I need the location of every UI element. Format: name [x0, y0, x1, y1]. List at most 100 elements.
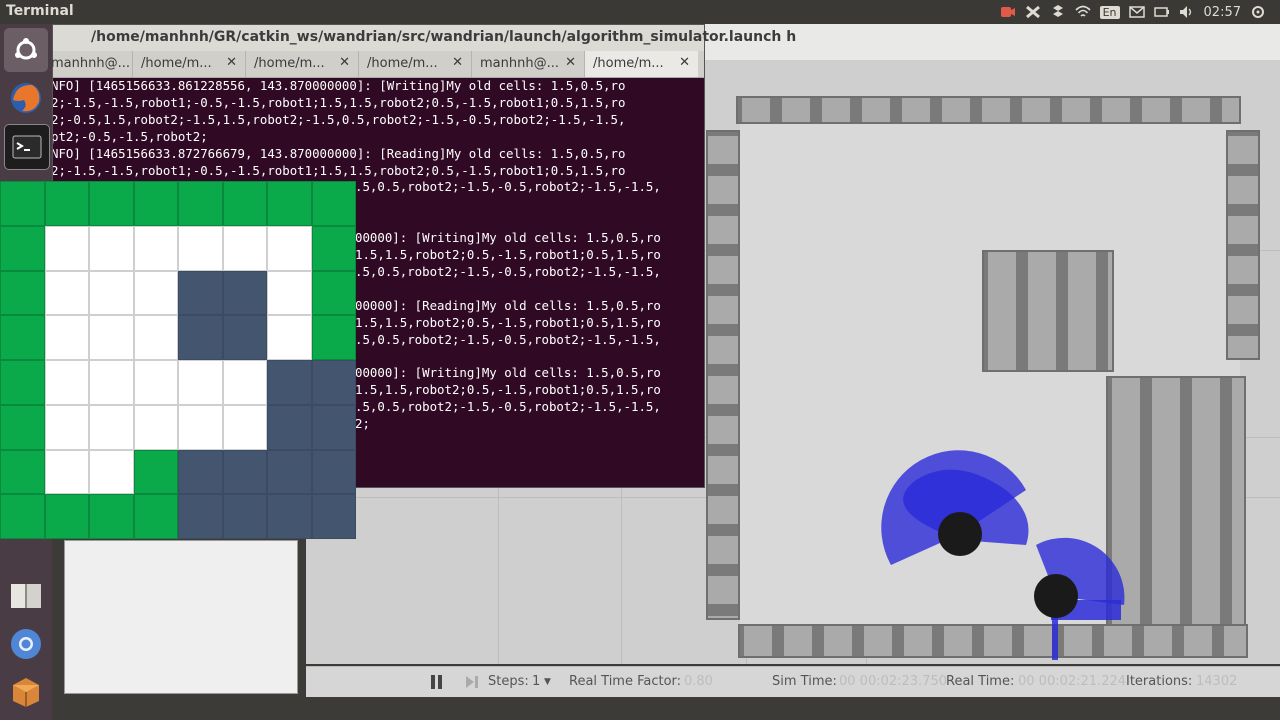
terminal-window-title: /home/manhnh/GR/catkin_ws/wandrian/src/w…: [91, 29, 797, 45]
terminal-tab-bar: manhnh@... /home/m... ✕ /home/m... ✕ /home…: [51, 51, 704, 78]
chromium-launcher-button[interactable]: [4, 622, 48, 666]
keyboard-layout-indicator[interactable]: En: [1099, 5, 1120, 19]
gazebo-status-bar: Steps: 1 ▼ Real Time Factor: 0.80 Sim Ti…: [306, 666, 1280, 697]
map-cell: [267, 181, 312, 226]
power-gear-icon[interactable]: [1250, 5, 1266, 19]
top-panel: Terminal En 02:57: [0, 0, 1280, 24]
map-cell: [0, 270, 45, 316]
terminal-launcher-button[interactable]: [4, 124, 50, 170]
terminal-line: 2;-1.5,-1.5,robot1;-0.5,-1.5,robot1;1.5,…: [53, 162, 626, 178]
map-cell: [178, 225, 223, 271]
terminal-titlebar[interactable]: /home/manhnh/GR/catkin_ws/wandrian/src/w…: [53, 25, 796, 51]
map-cell: [0, 360, 45, 405]
map-cell: [44, 494, 89, 539]
map-cell: [311, 449, 356, 495]
map-cell: [133, 181, 178, 226]
map-cell: [178, 270, 223, 316]
map-cell: [133, 494, 178, 539]
chromium-icon: [11, 629, 41, 659]
tools-icon[interactable]: [1025, 5, 1041, 19]
steps-dropdown-icon[interactable]: ▼: [544, 677, 551, 687]
map-cell: [267, 270, 312, 316]
map-cell: [222, 494, 267, 539]
map-cell: [0, 449, 45, 495]
terminal-line: 00000]: [Writing]My old cells: 1.5,0.5,r…: [355, 365, 661, 381]
dropbox-icon[interactable]: [1050, 5, 1066, 19]
firefox-icon: [11, 83, 41, 113]
terminal-line: 00000]: [Writing]My old cells: 1.5,0.5,r…: [355, 230, 661, 246]
map-cell: [89, 315, 134, 360]
terminal-line: NFO] [1465156633.861228556, 143.87000000…: [53, 78, 626, 93]
terminal-tab[interactable]: /home/m... ✕: [133, 51, 246, 77]
close-tab-icon[interactable]: ✕: [339, 55, 350, 70]
map-cell: [178, 360, 223, 405]
rtf-value: 0.80: [684, 674, 713, 689]
map-cell: [267, 360, 312, 405]
map-cell: [44, 270, 89, 316]
map-cell: [311, 225, 356, 271]
terminal-line: 2;-1.5,-1.5,robot1;-0.5,-1.5,robot1;1.5,…: [53, 94, 626, 110]
wifi-icon[interactable]: [1075, 5, 1091, 19]
map-cell: [178, 181, 223, 226]
terminal-tab[interactable]: /home/m... ✕: [359, 51, 472, 77]
book-icon: [11, 584, 41, 608]
active-app-title: Terminal: [6, 3, 74, 19]
terminal-line: .5,0.5,robot2;-1.5,-0.5,robot2;-1.5,-1.5…: [355, 179, 661, 195]
close-tab-icon[interactable]: ✕: [452, 55, 463, 70]
terminal-tab-active[interactable]: /home/m... ✕: [585, 51, 698, 77]
volume-icon[interactable]: [1179, 5, 1195, 19]
map-cell: [133, 449, 178, 495]
software-center-launcher-button[interactable]: [4, 670, 48, 714]
map-cell: [267, 225, 312, 271]
map-cell: [178, 449, 223, 495]
map-cell: [89, 360, 134, 405]
files-launcher-button[interactable]: [4, 574, 48, 618]
terminal-line: 2;-0.5,1.5,robot2;-1.5,1.5,robot2;-1.5,0…: [53, 111, 626, 127]
pause-icon[interactable]: [430, 674, 444, 690]
map-cell: [222, 315, 267, 360]
record-icon[interactable]: [1000, 5, 1016, 19]
close-tab-icon[interactable]: ✕: [679, 55, 690, 70]
map-cell: [267, 494, 312, 539]
map-cell: [133, 360, 178, 405]
map-cell: [89, 494, 134, 539]
terminal-line: NFO] [1465156633.872766679, 143.87000000…: [53, 145, 626, 161]
map-cell: [311, 494, 356, 539]
close-tab-icon[interactable]: ✕: [565, 55, 576, 70]
map-cell: [178, 404, 223, 450]
map-cell: [0, 181, 45, 226]
mail-icon[interactable]: [1128, 5, 1145, 19]
firefox-launcher-button[interactable]: [4, 76, 48, 120]
gazebo-world-panel[interactable]: [64, 540, 298, 694]
close-tab-icon[interactable]: ✕: [226, 55, 237, 70]
steps-value[interactable]: 1: [532, 674, 540, 689]
map-cell: [133, 404, 178, 450]
robot1-body[interactable]: [938, 512, 982, 556]
terminal-line: .5,0.5,robot2;-1.5,-0.5,robot2;-1.5,-1.5…: [355, 263, 661, 279]
map-cell: [0, 315, 45, 360]
map-cell: [311, 315, 356, 360]
terminal-line: 2;: [355, 416, 370, 431]
dash-home-button[interactable]: [4, 28, 48, 72]
map-cell: [311, 270, 356, 316]
step-icon[interactable]: [464, 674, 480, 690]
map-cell: [267, 404, 312, 450]
battery-icon[interactable]: [1153, 5, 1170, 19]
terminal-tab[interactable]: manhnh@... ✕: [472, 51, 585, 77]
map-cell: [133, 225, 178, 271]
robot2-body[interactable]: [1034, 574, 1078, 618]
map-cell: [311, 404, 356, 450]
terminal-line: 1.5,1.5,robot2;0.5,-1.5,robot1;0.5,1.5,r…: [355, 247, 661, 262]
iterations-value: 14302: [1196, 674, 1238, 689]
terminal-line: .5,0.5,robot2;-1.5,-0.5,robot2;-1.5,-1.5…: [355, 331, 661, 347]
clock[interactable]: 02:57: [1204, 5, 1241, 20]
real-time-label: Real Time:: [946, 674, 1015, 689]
terminal-line: pt2;-0.5,-1.5,robot2;: [53, 128, 208, 144]
map-cell: [222, 449, 267, 495]
terminal-tab[interactable]: manhnh@...: [51, 51, 133, 77]
map-cell: [44, 225, 89, 271]
terminal-line: 00000]: [Reading]My old cells: 1.5,0.5,r…: [355, 297, 661, 313]
map-cell: [311, 181, 356, 226]
map-cell: [178, 315, 223, 360]
terminal-tab[interactable]: /home/m... ✕: [246, 51, 359, 77]
